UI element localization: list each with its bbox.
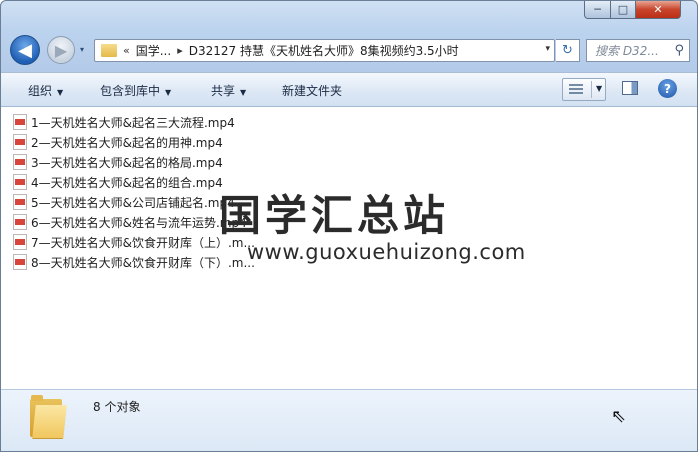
back-button[interactable]: ◀ <box>10 35 40 65</box>
file-name: 1—天机姓名大师&起名三大流程.mp4 <box>31 115 235 130</box>
refresh-button[interactable]: ↻ <box>556 39 580 62</box>
folder-icon <box>30 395 67 439</box>
file-name: 6—天机姓名大师&姓名与流年运势.mp4 <box>31 215 247 230</box>
preview-pane-icon[interactable] <box>622 81 638 95</box>
maximize-button[interactable]: □ <box>610 1 636 19</box>
watermark-title: 国学汇总站 <box>219 191 450 240</box>
close-button[interactable]: ✕ <box>635 1 681 19</box>
help-button[interactable]: ? <box>658 79 677 98</box>
mouse-cursor-icon: ⇖ <box>611 406 627 427</box>
address-bar[interactable]: « 国学... ▸ D32127 持慧《天机姓名大师》8集视频约3.5小时 ▾ <box>94 39 555 62</box>
file-name: 3—天机姓名大师&起名的格局.mp4 <box>31 155 223 170</box>
list-item[interactable]: 2—天机姓名大师&起名的用神.mp4 <box>13 132 223 152</box>
search-input[interactable]: 搜索 D32... ⚲ <box>586 39 690 62</box>
item-count: 8 个对象 <box>93 400 141 414</box>
file-name: 8—天机姓名大师&饮食开财库（下）.m... <box>31 255 255 270</box>
include-in-library-button[interactable]: 包含到库中 ▼ <box>100 82 171 99</box>
help-icon: ? <box>664 81 671 96</box>
mp4-file-icon <box>13 214 27 230</box>
file-list: 1—天机姓名大师&起名三大流程.mp4 2—天机姓名大师&起名的用神.mp4 3… <box>1 107 697 389</box>
mp4-file-icon <box>13 234 27 250</box>
file-name: 2—天机姓名大师&起名的用神.mp4 <box>31 135 223 150</box>
search-placeholder: 搜索 D32... <box>595 44 659 58</box>
list-item[interactable]: 6—天机姓名大师&姓名与流年运势.mp4 <box>13 212 247 232</box>
watermark-url: www.guoxuehuizong.com <box>247 240 526 264</box>
mp4-file-icon <box>13 154 27 170</box>
search-icon[interactable]: ⚲ <box>674 43 684 58</box>
recent-pages-button[interactable]: ▾ <box>80 45 90 55</box>
command-bar: 组织 ▼ 包含到库中 ▼ 共享 ▼ 新建文件夹 ▼ ? <box>1 72 697 107</box>
list-item[interactable]: 5—天机姓名大师&公司店铺起名.mp4 <box>13 192 235 212</box>
address-dropdown-icon[interactable]: ▾ <box>545 44 550 54</box>
organize-button[interactable]: 组织 ▼ <box>28 82 63 99</box>
file-name: 5—天机姓名大师&公司店铺起名.mp4 <box>31 195 235 210</box>
mp4-file-icon <box>13 174 27 190</box>
list-item[interactable]: 4—天机姓名大师&起名的组合.mp4 <box>13 172 223 192</box>
dropdown-arrow-icon: ▼ <box>57 88 64 97</box>
dropdown-arrow-icon: ▼ <box>165 88 172 97</box>
refresh-icon: ↻ <box>562 43 573 58</box>
change-view-button[interactable]: ▼ <box>562 78 606 101</box>
mp4-file-icon <box>13 114 27 130</box>
view-divider <box>591 81 592 98</box>
breadcrumb-current[interactable]: D32127 持慧《天机姓名大师》8集视频约3.5小时 <box>189 42 459 59</box>
breadcrumb-separator[interactable]: ▸ <box>177 44 183 57</box>
details-pane: 8 个对象 ⇖ <box>1 389 697 451</box>
breadcrumb-overflow[interactable]: « <box>123 44 130 57</box>
view-list-icon <box>569 84 583 96</box>
minimize-button[interactable]: ─ <box>584 1 611 19</box>
new-folder-button[interactable]: 新建文件夹 <box>282 82 342 99</box>
breadcrumb-parent[interactable]: 国学... <box>136 42 171 59</box>
arrow-left-icon: ◀ <box>18 39 32 61</box>
file-name: 4—天机姓名大师&起名的组合.mp4 <box>31 175 223 190</box>
mp4-file-icon <box>13 134 27 150</box>
forward-button[interactable]: ▶ <box>47 36 75 64</box>
list-item[interactable]: 3—天机姓名大师&起名的格局.mp4 <box>13 152 223 172</box>
dropdown-arrow-icon[interactable]: ▼ <box>596 84 602 93</box>
mp4-file-icon <box>13 194 27 210</box>
explorer-window: ─ □ ✕ ◀ ▶ ▾ « 国学... ▸ D32127 持慧《天机姓名大师》8… <box>0 0 698 452</box>
dropdown-arrow-icon: ▼ <box>240 88 247 97</box>
arrow-right-icon: ▶ <box>54 40 68 60</box>
mp4-file-icon <box>13 254 27 270</box>
share-button[interactable]: 共享 ▼ <box>211 82 246 99</box>
folder-icon <box>101 44 117 57</box>
list-item[interactable]: 1—天机姓名大师&起名三大流程.mp4 <box>13 112 235 132</box>
list-item[interactable]: 8—天机姓名大师&饮食开财库（下）.m... <box>13 252 255 272</box>
